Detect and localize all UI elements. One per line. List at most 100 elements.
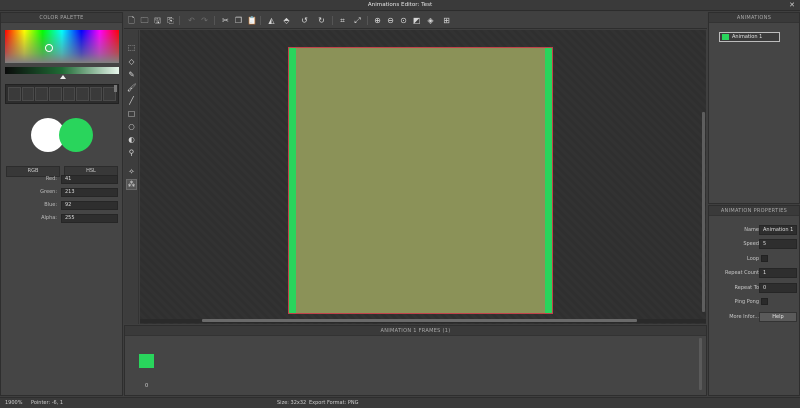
alpha-field[interactable]: 255 bbox=[61, 214, 118, 223]
cut-icon[interactable]: ✂ bbox=[221, 16, 230, 25]
flip-horizontal-icon[interactable]: ◭ bbox=[267, 16, 276, 25]
sprite-right-column bbox=[545, 48, 552, 313]
save-icon[interactable]: 🖫 bbox=[153, 16, 162, 25]
title-bar: Animations Editor: Test ✕ bbox=[0, 0, 800, 11]
open-icon[interactable]: 🗀 bbox=[140, 16, 149, 25]
fill-icon[interactable]: ◐ bbox=[127, 135, 136, 144]
shade-marker-icon[interactable] bbox=[60, 75, 66, 79]
loop-checkbox[interactable] bbox=[761, 255, 768, 262]
toolbar-divider bbox=[179, 16, 180, 25]
flip-vertical-icon[interactable]: ⬘ bbox=[282, 16, 291, 25]
main-toolbar: 🗋 🗀 🖫 ⎘ ↶ ↷ ✂ ❐ 📋 ◭ ⬘ ↺ ↻ ⌗ ⤢ ⊕ ⊖ ⊙ ◩ ◈ … bbox=[124, 12, 707, 29]
swatch[interactable] bbox=[21, 87, 35, 101]
red-field[interactable]: 41 bbox=[61, 175, 118, 184]
zoom-fit-icon[interactable]: ⊙ bbox=[399, 16, 408, 25]
primary-color[interactable] bbox=[59, 118, 93, 152]
blue-field[interactable]: 92 bbox=[61, 201, 118, 210]
swatch[interactable] bbox=[35, 87, 48, 101]
canvas-vscrollbar[interactable] bbox=[702, 112, 705, 312]
new-file-icon[interactable]: 🗋 bbox=[127, 16, 136, 25]
green-label: Green: bbox=[40, 189, 57, 195]
ellipse-icon[interactable]: ○ bbox=[127, 122, 136, 131]
repeat-to-label: Repeat To bbox=[734, 285, 759, 291]
save-as-icon[interactable]: ⎘ bbox=[166, 16, 175, 25]
name-field[interactable]: Animation 1 bbox=[759, 225, 797, 235]
status-bar: 1900% Pointer: -6, 1 Size: 32x32 Export … bbox=[0, 397, 800, 408]
canvas-size: Size: 32x32 bbox=[277, 400, 307, 406]
speed-label: Speed bbox=[743, 241, 759, 247]
zoom-out-icon[interactable]: ⊖ bbox=[386, 16, 395, 25]
green-field[interactable]: 213 bbox=[61, 188, 118, 197]
swatch[interactable] bbox=[48, 87, 62, 101]
copy-icon[interactable]: ❐ bbox=[234, 16, 243, 25]
magic-wand-icon[interactable]: ✧ bbox=[127, 167, 136, 176]
rotate-left-icon[interactable]: ↺ bbox=[300, 16, 309, 25]
line-icon[interactable]: ╱ bbox=[127, 96, 136, 105]
swatch[interactable] bbox=[8, 87, 21, 101]
export-format: Export Format: PNG bbox=[309, 400, 359, 406]
redo-icon[interactable]: ↷ bbox=[200, 16, 209, 25]
zoom-level: 1900% bbox=[5, 400, 23, 406]
ping-pong-row: Ping Pong bbox=[709, 297, 800, 308]
ping-pong-label: Ping Pong bbox=[734, 299, 759, 305]
layers-icon[interactable]: ◈ bbox=[426, 16, 435, 25]
crop-icon[interactable]: ⌗ bbox=[338, 16, 347, 25]
speed-field[interactable]: 5 bbox=[759, 239, 797, 249]
tool-palette: ⬚ ◇ ✎ 🖌 ╱ □ ○ ◐ ⚲ ✧ ⁂ bbox=[124, 30, 139, 324]
animation-properties-panel: ANIMATION PROPERTIES Name Animation 1 Sp… bbox=[708, 205, 800, 396]
help-button[interactable]: Help bbox=[759, 312, 797, 322]
blue-row: Blue: 92 bbox=[1, 201, 124, 211]
pencil-icon[interactable]: ✎ bbox=[127, 70, 136, 79]
pattern-icon[interactable]: ⁂ bbox=[126, 179, 137, 190]
repeat-count-field[interactable]: 1 bbox=[759, 268, 797, 278]
repeat-count-label: Repeat Count bbox=[724, 270, 759, 276]
frame-index: 0 bbox=[145, 383, 149, 389]
frames-scrollbar[interactable] bbox=[699, 338, 702, 390]
paste-icon[interactable]: 📋 bbox=[247, 16, 257, 25]
toolbar-divider bbox=[260, 16, 261, 25]
eraser-icon[interactable]: ◇ bbox=[127, 57, 136, 66]
repeat-to-row: Repeat To 0 bbox=[709, 283, 800, 294]
background-icon[interactable]: ◩ bbox=[412, 16, 421, 25]
more-info-row: More Infor... Help bbox=[709, 312, 800, 323]
select-icon[interactable]: ⬚ bbox=[127, 43, 136, 52]
loop-label: Loop bbox=[747, 256, 759, 262]
red-label: Red: bbox=[45, 176, 57, 182]
swatch-grid bbox=[5, 84, 119, 104]
speed-row: Speed 5 bbox=[709, 239, 800, 250]
undo-icon[interactable]: ↶ bbox=[187, 16, 196, 25]
green-row: Green: 213 bbox=[1, 188, 124, 198]
grid-icon[interactable]: ⊞ bbox=[442, 16, 451, 25]
swatch[interactable] bbox=[62, 87, 76, 101]
animation-name: Animation 1 bbox=[732, 34, 763, 40]
window-title: Animations Editor: Test bbox=[367, 2, 433, 8]
zoom-in-icon[interactable]: ⊕ bbox=[373, 16, 382, 25]
brush-icon[interactable]: 🖌 bbox=[127, 83, 137, 92]
canvas-hscrollbar[interactable] bbox=[202, 319, 637, 322]
hue-spectrum[interactable] bbox=[5, 30, 119, 63]
hue-cursor[interactable] bbox=[45, 44, 53, 52]
animation-list-item[interactable]: Animation 1 bbox=[719, 32, 780, 42]
canvas-area[interactable] bbox=[140, 30, 706, 324]
eyedropper-icon[interactable]: ⚲ bbox=[127, 148, 136, 157]
frames-panel: ANIMATION 1 FRAMES (1) 0 bbox=[124, 325, 707, 396]
shade-slider[interactable] bbox=[5, 67, 119, 74]
pointer-coordinates: Pointer: -6, 1 bbox=[31, 400, 64, 406]
rotate-right-icon[interactable]: ↻ bbox=[317, 16, 326, 25]
name-row: Name Animation 1 bbox=[709, 225, 800, 236]
close-icon[interactable]: ✕ bbox=[789, 0, 795, 11]
sprite-left-column bbox=[289, 48, 296, 313]
swatch[interactable] bbox=[89, 87, 103, 101]
sprite-canvas[interactable] bbox=[288, 47, 553, 314]
more-info-label: More Infor... bbox=[729, 314, 759, 320]
alpha-row: Alpha: 255 bbox=[1, 214, 124, 224]
alpha-label: Alpha: bbox=[41, 215, 57, 221]
resize-icon[interactable]: ⤢ bbox=[353, 16, 362, 25]
rectangle-icon[interactable]: □ bbox=[127, 109, 136, 118]
repeat-to-field[interactable]: 0 bbox=[759, 283, 797, 293]
swatch-scrollbar[interactable] bbox=[114, 85, 117, 92]
frame-thumbnail[interactable] bbox=[139, 354, 154, 368]
swatch[interactable] bbox=[76, 87, 89, 101]
toolbar-divider bbox=[214, 16, 215, 25]
ping-pong-checkbox[interactable] bbox=[761, 298, 768, 305]
